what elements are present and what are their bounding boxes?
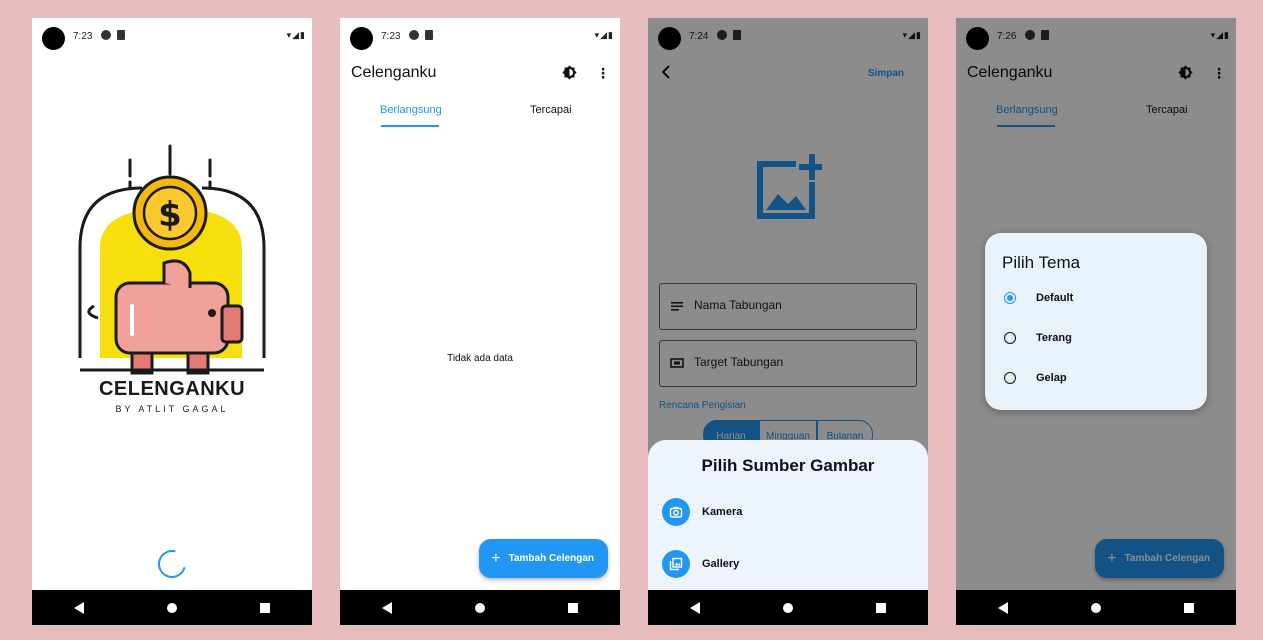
camera-option[interactable]: Kamera <box>662 498 742 526</box>
nav-recents-icon[interactable] <box>568 602 579 613</box>
camera-option-label: Kamera <box>702 506 743 518</box>
signal-battery-icon: ▾◢▮ <box>594 30 614 40</box>
nav-home-icon[interactable] <box>1090 602 1101 613</box>
logo-title: CELENGANKU <box>98 378 246 400</box>
empty-state-text: Tidak ada data <box>447 353 513 364</box>
nav-back-icon[interactable] <box>689 601 700 614</box>
add-form-screen: 7:24 ▾◢▮ Simpan Nama Tabungan Target Tab… <box>648 18 928 625</box>
sim-icon <box>117 30 125 40</box>
nav-back-icon[interactable] <box>73 601 84 614</box>
theme-option-label: Gelap <box>1036 372 1067 384</box>
fab-label: Tambah Celengan <box>508 553 594 564</box>
gallery-icon <box>662 550 690 578</box>
image-source-sheet: Pilih Sumber Gambar Kamera Gallery <box>648 440 928 590</box>
nav-recents-icon[interactable] <box>1184 602 1195 613</box>
theme-option-light[interactable]: Terang <box>1004 332 1072 344</box>
sim-icon <box>425 30 433 40</box>
gallery-option[interactable]: Gallery <box>662 550 739 578</box>
theme-dialog: Pilih Tema Default Terang Gelap <box>985 233 1207 410</box>
status-time: 7:23 <box>73 31 93 42</box>
radio-unselected-icon[interactable] <box>1004 332 1016 344</box>
svg-text:$: $ <box>158 195 182 235</box>
nav-home-icon[interactable] <box>166 602 177 613</box>
splash-screen: 7:23 ▾◢▮ $ CELENGANKU BY ATLIT GAGAL <box>32 18 312 625</box>
system-nav-bar <box>340 590 620 625</box>
system-nav-bar <box>956 590 1236 625</box>
tab-tercapai[interactable]: Tercapai <box>530 104 572 116</box>
radio-selected-icon[interactable] <box>1004 292 1016 304</box>
add-piggybank-button[interactable]: + Tambah Celengan <box>479 539 608 578</box>
loading-spinner <box>152 544 192 584</box>
nav-home-icon[interactable] <box>474 602 485 613</box>
nav-back-icon[interactable] <box>997 601 1008 614</box>
nav-back-icon[interactable] <box>381 601 392 614</box>
nav-home-icon[interactable] <box>782 602 793 613</box>
sync-icon <box>409 30 419 40</box>
system-nav-bar <box>648 590 928 625</box>
theme-icon[interactable] <box>561 64 578 81</box>
system-nav-bar <box>32 590 312 625</box>
logo-subtitle: BY ATLIT GAGAL <box>115 404 229 414</box>
app-logo: $ <box>78 144 266 375</box>
theme-option-dark[interactable]: Gelap <box>1004 372 1067 384</box>
signal-battery-icon: ▾◢▮ <box>286 30 306 40</box>
camera-cutout <box>42 27 65 50</box>
nav-recents-icon[interactable] <box>260 602 271 613</box>
nav-recents-icon[interactable] <box>876 602 887 613</box>
radio-unselected-icon[interactable] <box>1004 372 1016 384</box>
tab-indicator <box>381 125 439 127</box>
dialog-title: Pilih Tema <box>1002 253 1081 272</box>
status-bar: 7:23 ▾◢▮ <box>32 18 312 54</box>
theme-option-label: Terang <box>1036 332 1072 344</box>
status-time: 7:23 <box>381 31 401 42</box>
theme-option-default[interactable]: Default <box>1004 292 1073 304</box>
sheet-title: Pilih Sumber Gambar <box>701 456 875 475</box>
home-screen: 7:23 ▾◢▮ Celenganku ⋮ Berlangsung Tercap… <box>340 18 620 625</box>
camera-cutout <box>350 27 373 50</box>
app-title: Celenganku <box>351 64 437 81</box>
gallery-option-label: Gallery <box>702 558 740 570</box>
add-icon: + <box>491 549 501 567</box>
status-bar: 7:23 ▾◢▮ <box>340 18 620 54</box>
camera-icon <box>662 498 690 526</box>
sync-icon <box>101 30 111 40</box>
theme-option-label: Default <box>1036 292 1074 304</box>
tab-berlangsung[interactable]: Berlangsung <box>380 104 442 116</box>
theme-dialog-screen: 7:26 ▾◢▮ Celenganku ⋮ Berlangsung Tercap… <box>956 18 1236 625</box>
more-vert-icon[interactable]: ⋮ <box>596 66 610 82</box>
